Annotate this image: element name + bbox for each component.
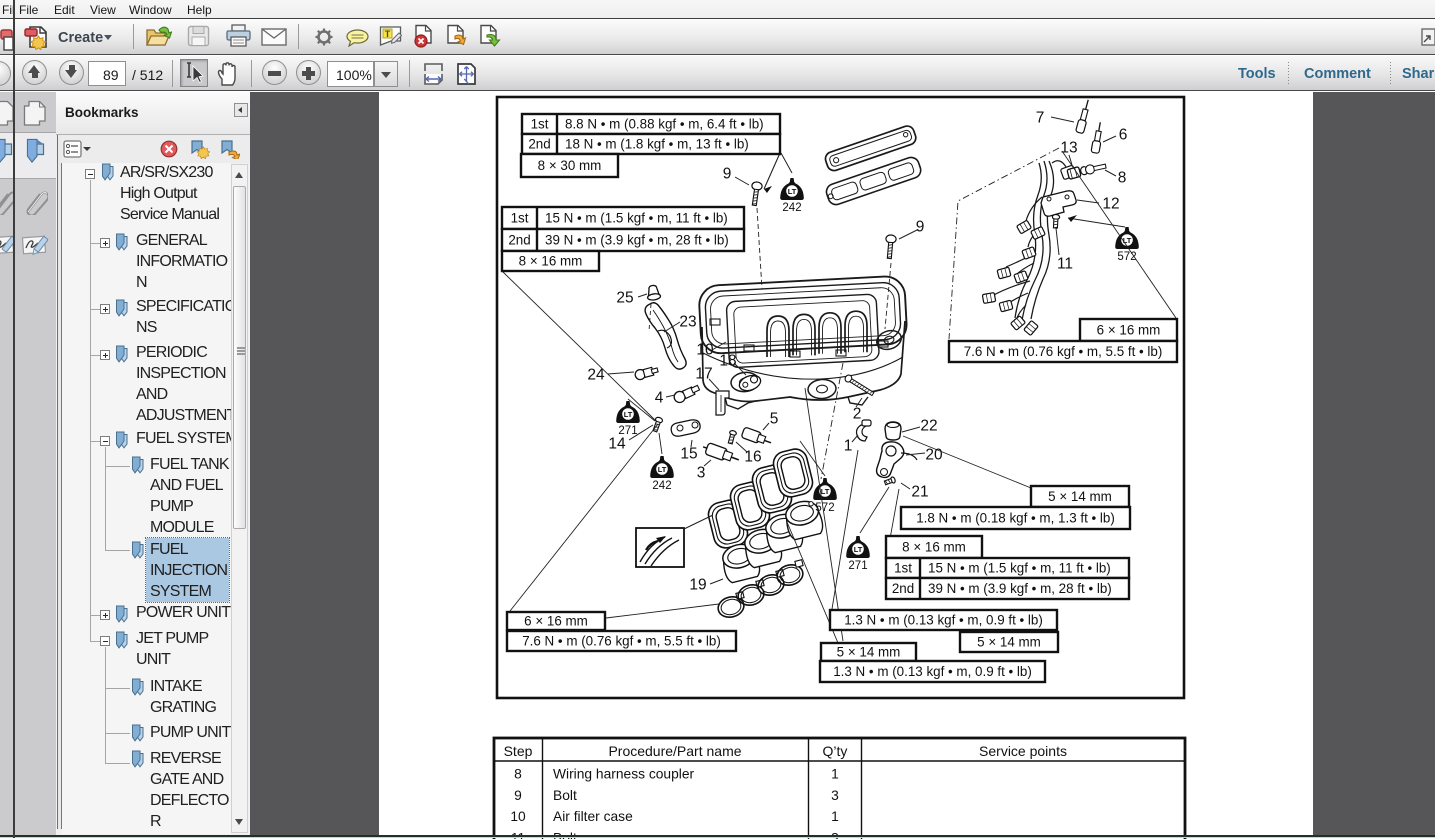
svg-text:9: 9 bbox=[514, 788, 522, 803]
svg-text:25: 25 bbox=[616, 289, 633, 306]
svg-text:22: 22 bbox=[920, 417, 937, 434]
svg-text:572: 572 bbox=[1117, 251, 1136, 263]
svg-text:39 N • m (3.9 kgf • m, 28 ft •: 39 N • m (3.9 kgf • m, 28 ft • lb) bbox=[545, 233, 729, 248]
svg-text:19: 19 bbox=[689, 576, 706, 593]
svg-text:39 N • m (3.9 kgf • m, 28 ft •: 39 N • m (3.9 kgf • m, 28 ft • lb) bbox=[928, 581, 1112, 596]
svg-text:Step: Step bbox=[504, 743, 533, 759]
svg-text:23: 23 bbox=[679, 313, 696, 330]
svg-text:14: 14 bbox=[608, 435, 626, 452]
svg-text:1.8 N • m (0.18 kgf • m, 1.3 f: 1.8 N • m (0.18 kgf • m, 1.3 ft • lb) bbox=[916, 511, 1115, 526]
svg-text:5 × 14 mm: 5 × 14 mm bbox=[977, 635, 1041, 650]
svg-text:17: 17 bbox=[695, 365, 712, 382]
svg-text:2nd: 2nd bbox=[528, 137, 550, 152]
svg-text:242: 242 bbox=[652, 480, 671, 492]
svg-text:11: 11 bbox=[1057, 255, 1073, 272]
svg-text:18: 18 bbox=[719, 352, 736, 369]
svg-text:16: 16 bbox=[744, 448, 761, 465]
svg-text:LT: LT bbox=[624, 410, 633, 419]
svg-text:6 × 16 mm: 6 × 16 mm bbox=[524, 614, 588, 629]
svg-text:10: 10 bbox=[510, 809, 526, 824]
svg-text:2nd: 2nd bbox=[508, 233, 530, 248]
svg-text:1st: 1st bbox=[894, 561, 912, 576]
svg-text:271: 271 bbox=[848, 560, 867, 572]
svg-text:3: 3 bbox=[697, 464, 706, 481]
svg-text:6: 6 bbox=[1119, 126, 1128, 143]
svg-text:Wiring harness coupler: Wiring harness coupler bbox=[553, 767, 695, 782]
svg-text:9: 9 bbox=[916, 218, 925, 235]
svg-text:10: 10 bbox=[696, 341, 714, 358]
svg-text:3: 3 bbox=[831, 788, 839, 803]
svg-text:7: 7 bbox=[1036, 109, 1045, 126]
svg-text:LT: LT bbox=[658, 465, 667, 474]
svg-text:Procedure/Part name: Procedure/Part name bbox=[608, 743, 741, 759]
svg-text:Air filter case: Air filter case bbox=[553, 809, 633, 824]
svg-text:20: 20 bbox=[925, 446, 943, 463]
svg-text:7.6 N • m (0.76 kgf • m, 5.5 f: 7.6 N • m (0.76 kgf • m, 5.5 ft • lb) bbox=[964, 344, 1163, 359]
svg-text:Q’ty: Q’ty bbox=[823, 743, 848, 759]
svg-text:1st: 1st bbox=[511, 211, 529, 226]
svg-text:21: 21 bbox=[911, 483, 928, 500]
svg-text:572: 572 bbox=[815, 502, 834, 514]
svg-text:2nd: 2nd bbox=[892, 581, 914, 596]
svg-text:242: 242 bbox=[782, 202, 801, 214]
svg-text:1.3 N • m (0.13 kgf • m, 0.9 f: 1.3 N • m (0.13 kgf • m, 0.9 ft • lb) bbox=[833, 664, 1032, 679]
svg-text:15: 15 bbox=[680, 445, 697, 462]
svg-text:6 × 16 mm: 6 × 16 mm bbox=[1097, 323, 1161, 338]
svg-text:1: 1 bbox=[844, 437, 853, 454]
svg-text:Service points: Service points bbox=[979, 743, 1067, 759]
svg-text:1st: 1st bbox=[531, 117, 549, 132]
svg-text:18 N • m (1.8 kgf • m, 13 ft •: 18 N • m (1.8 kgf • m, 13 ft • lb) bbox=[565, 137, 749, 152]
svg-text:12: 12 bbox=[1102, 195, 1119, 212]
svg-text:9: 9 bbox=[723, 165, 732, 182]
svg-text:LT: LT bbox=[788, 187, 797, 196]
svg-text:T: T bbox=[385, 29, 391, 39]
svg-text:1: 1 bbox=[831, 809, 839, 824]
svg-text:24: 24 bbox=[587, 366, 605, 383]
svg-text:4: 4 bbox=[655, 389, 664, 406]
svg-text:8: 8 bbox=[514, 767, 522, 782]
svg-text:1.3 N • m (0.13 kgf • m, 0.9 f: 1.3 N • m (0.13 kgf • m, 0.9 ft • lb) bbox=[844, 613, 1043, 628]
svg-text:8 × 16 mm: 8 × 16 mm bbox=[519, 254, 583, 269]
svg-text:15 N • m (1.5 kgf • m, 11 ft •: 15 N • m (1.5 kgf • m, 11 ft • lb) bbox=[545, 211, 728, 226]
svg-text:2: 2 bbox=[853, 405, 862, 422]
svg-text:5 × 14 mm: 5 × 14 mm bbox=[1048, 489, 1112, 504]
svg-text:LT: LT bbox=[821, 487, 830, 496]
svg-text:LT: LT bbox=[1123, 236, 1132, 245]
svg-text:8 × 30 mm: 8 × 30 mm bbox=[538, 158, 602, 173]
svg-text:13: 13 bbox=[1060, 139, 1077, 156]
svg-text:5: 5 bbox=[770, 410, 779, 427]
svg-text:1: 1 bbox=[831, 767, 839, 782]
svg-text:15 N • m (1.5 kgf • m, 11 ft •: 15 N • m (1.5 kgf • m, 11 ft • lb) bbox=[928, 561, 1111, 576]
svg-text:7.6 N • m (0.76 kgf • m, 5.5 f: 7.6 N • m (0.76 kgf • m, 5.5 ft • lb) bbox=[522, 634, 721, 649]
svg-text:LT: LT bbox=[854, 545, 863, 554]
svg-text:8.8 N • m (0.88 kgf • m, 6.4 f: 8.8 N • m (0.88 kgf • m, 6.4 ft • lb) bbox=[565, 117, 764, 132]
svg-text:5 × 14 mm: 5 × 14 mm bbox=[837, 645, 901, 660]
svg-text:Bolt: Bolt bbox=[553, 788, 577, 803]
svg-text:8 × 16 mm: 8 × 16 mm bbox=[902, 540, 966, 555]
svg-text:8: 8 bbox=[1118, 169, 1127, 186]
